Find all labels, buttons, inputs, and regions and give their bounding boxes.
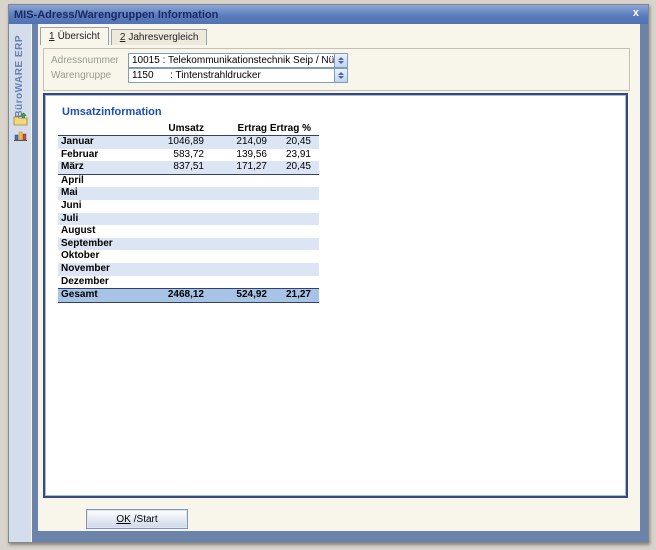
table-row: August (58, 225, 319, 238)
filter-groupbox: Adressnummer 10015 : Telekommunikationst… (43, 48, 630, 91)
table-row: Mai (58, 187, 319, 200)
header-umsatz: Umsatz (148, 122, 204, 135)
screen: MIS-Adress/Warengruppen Information x Bü… (0, 0, 656, 550)
tab-mnemonic: 2 (120, 32, 126, 43)
window-body: BüroWARE ERP (9, 24, 648, 542)
title-bar: MIS-Adress/Warengruppen Information x (9, 5, 648, 24)
export-folder-icon[interactable] (13, 112, 28, 126)
table-row: Januar1046,89214,0920,45 (58, 136, 319, 149)
adressnummer-label: Adressnummer (51, 55, 119, 66)
table-row: Februar583,72139,5623,91 (58, 149, 319, 162)
table-header: Umsatz Ertrag Ertrag % (58, 122, 319, 136)
report-title: Umsatzinformation (62, 106, 162, 118)
table-row: Juni (58, 200, 319, 213)
adressnummer-value[interactable]: 10015 : Telekommunikationstechnik Seip /… (129, 54, 334, 67)
table-row: Dezember (58, 276, 319, 289)
umsatz-table: Umsatz Ertrag Ertrag % Januar1046,89214,… (58, 122, 319, 303)
tab-uebersicht[interactable]: 1Übersicht (40, 27, 109, 45)
tab-jahresvergleich[interactable]: 2Jahresvergleich (111, 29, 208, 45)
ok-mnemonic: OK (116, 514, 130, 525)
window-title: MIS-Adress/Warengruppen Information (9, 9, 218, 21)
brand-label: BüroWARE ERP (14, 35, 25, 118)
table-row: April (58, 175, 319, 188)
header-month (58, 122, 148, 135)
table-row: September (58, 238, 319, 251)
ok-start-button[interactable]: OK/Start (86, 509, 188, 529)
tab-mnemonic: 1 (49, 31, 55, 42)
report-panel: Umsatzinformation Umsatz Ertrag Ertrag %… (43, 93, 628, 498)
chart-icon[interactable] (13, 128, 28, 142)
spinner-icon[interactable] (334, 54, 347, 67)
tab-label: Übersicht (58, 31, 100, 42)
spinner-icon[interactable] (334, 69, 347, 82)
ok-rest: /Start (134, 514, 158, 525)
tab-label: Jahresvergleich (128, 32, 198, 43)
header-ertrag-pct: Ertrag % (267, 122, 311, 135)
close-icon[interactable]: x (633, 7, 639, 19)
warengruppe-field[interactable]: 1150 : Tintenstrahldrucker (128, 68, 348, 83)
tab-bar: 1Übersicht 2Jahresvergleich (40, 27, 209, 45)
dialog-content: 1Übersicht 2Jahresvergleich Adressnummer… (38, 24, 640, 531)
warengruppe-value[interactable]: 1150 : Tintenstrahldrucker (129, 69, 334, 82)
table-row: November (58, 263, 319, 276)
header-ertrag: Ertrag (204, 122, 267, 135)
table-row: März837,51171,2720,45 (58, 161, 319, 175)
adressnummer-field[interactable]: 10015 : Telekommunikationstechnik Seip /… (128, 53, 348, 68)
warengruppe-label: Warengruppe (51, 70, 111, 81)
app-window: MIS-Adress/Warengruppen Information x Bü… (8, 4, 649, 543)
table-total-row: Gesamt2468,12524,9221,27 (58, 288, 319, 303)
brand-sidebar: BüroWARE ERP (9, 24, 32, 542)
table-row: Oktober (58, 250, 319, 263)
table-row: Juli (58, 213, 319, 226)
